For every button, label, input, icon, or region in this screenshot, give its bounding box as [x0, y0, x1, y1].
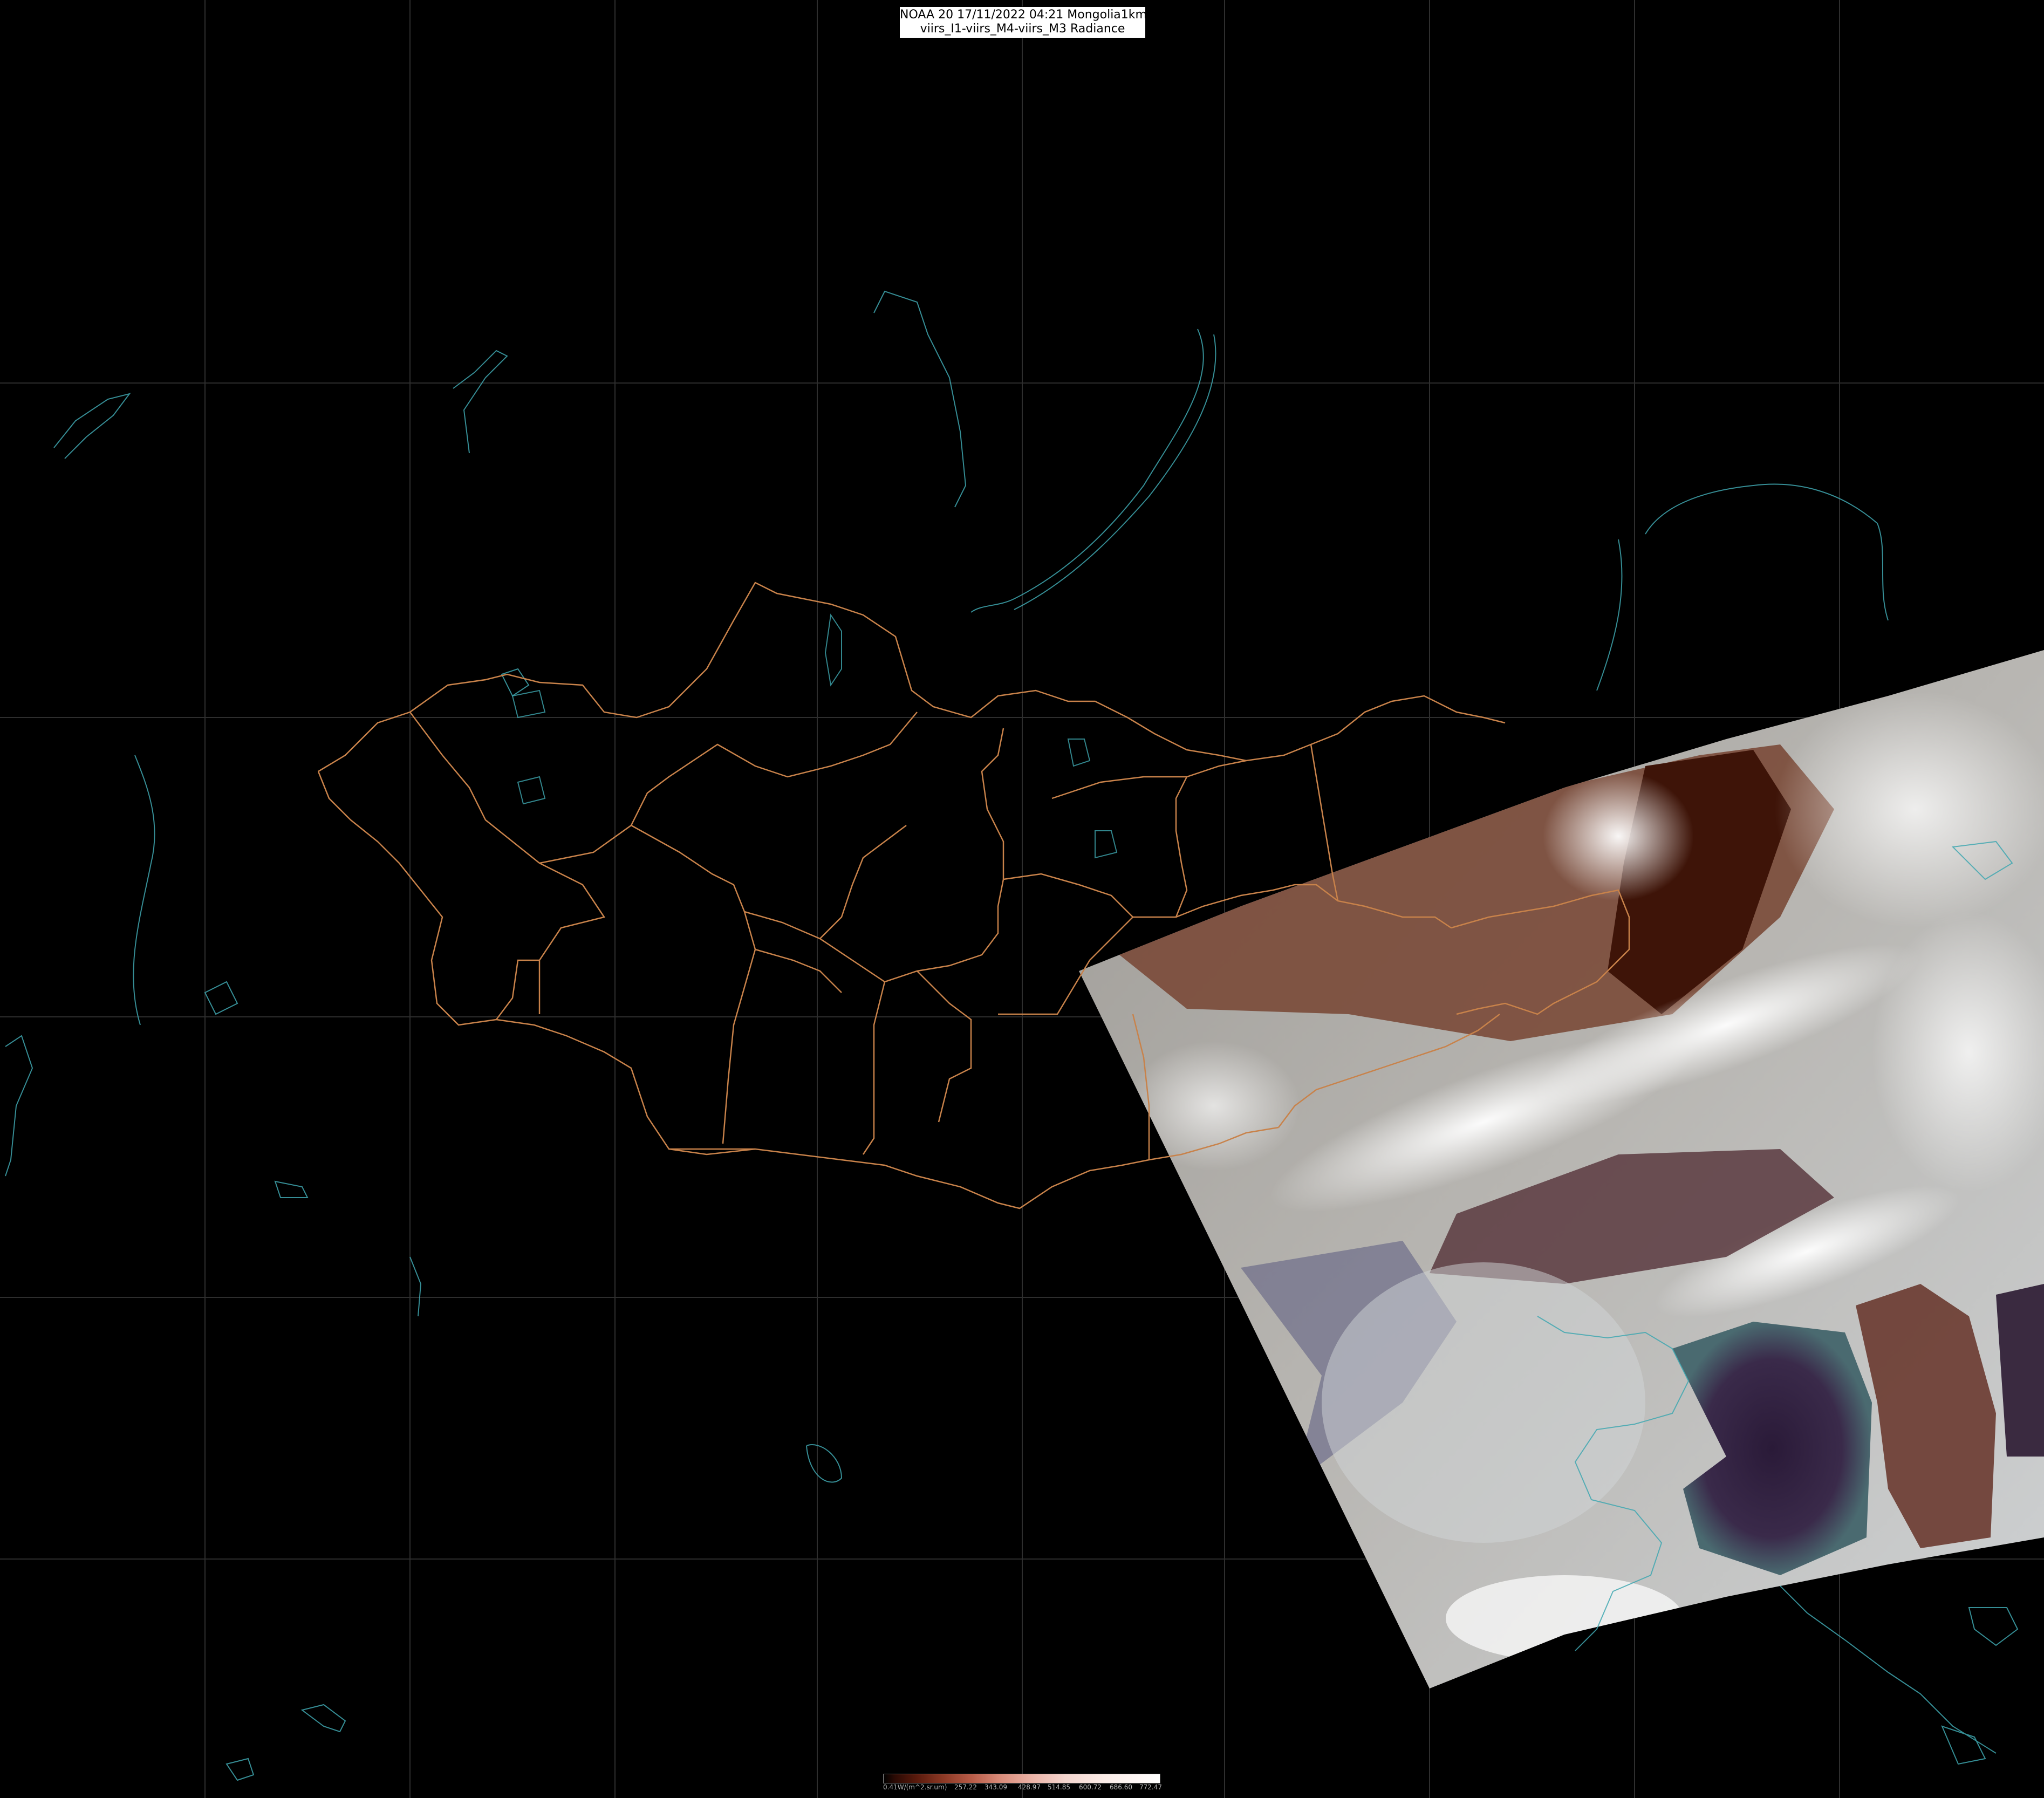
- legend-tick-2: 343.09: [985, 1783, 1007, 1791]
- satellite-swath: [1079, 650, 2044, 1688]
- legend-tick-4: 514.85: [1048, 1783, 1070, 1791]
- mongolia-lakes: [511, 613, 1118, 859]
- legend-tick-0: 0.41W/(m^2.sr.um): [883, 1783, 947, 1791]
- legend-tick-5: 600.72: [1079, 1783, 1102, 1791]
- legend-tick-7: 772.47: [1139, 1783, 1162, 1791]
- radiance-color-legend: [883, 1774, 1160, 1783]
- map-title-line1: NOAA 20 17/11/2022 04:21 Mongolia1km: [900, 8, 1147, 22]
- legend-tick-1: 257.22: [954, 1783, 977, 1791]
- satellite-map: [0, 0, 2044, 1798]
- map-title-line2: viirs_I1-viirs_M4-viirs_M3 Radiance: [920, 22, 1125, 36]
- map-title-box: NOAA 20 17/11/2022 04:21 Mongolia1km vii…: [899, 6, 1147, 38]
- legend-tick-3: 428.97: [1018, 1783, 1041, 1791]
- legend-tick-6: 686.60: [1110, 1783, 1132, 1791]
- legend-tick-labels: 0.41W/(m^2.sr.um) 257.22 343.09 428.97 5…: [883, 1783, 1164, 1794]
